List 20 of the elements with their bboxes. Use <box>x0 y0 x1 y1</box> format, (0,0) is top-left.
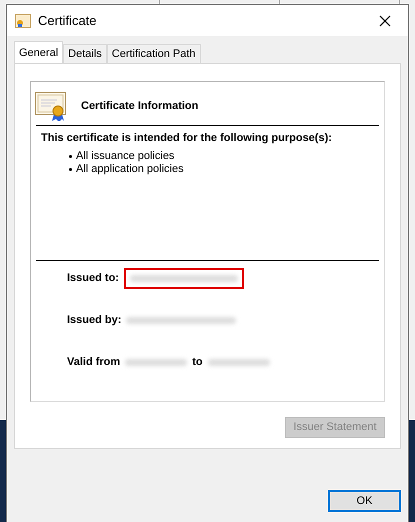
field-label: Valid from <box>67 355 120 370</box>
window-title: Certificate <box>38 12 97 30</box>
purpose-heading: This certificate is intended for the following purpose(s): <box>40 131 333 146</box>
redacted-text <box>208 359 270 366</box>
purpose-item: All issuance policies <box>76 150 174 162</box>
field-label: to <box>192 355 203 370</box>
tab[interactable]: Details <box>63 44 107 63</box>
redacted-text <box>125 359 188 366</box>
purpose-item: All application policies <box>76 162 184 176</box>
certificate-icon <box>15 14 31 28</box>
close-icon <box>379 14 391 26</box>
tab[interactable]: General <box>14 41 64 63</box>
field-label: Issued by: <box>67 313 122 328</box>
tab[interactable]: Certification Path <box>106 44 201 63</box>
certificate-icon <box>35 92 67 122</box>
dialog-button[interactable]: OK <box>328 490 401 512</box>
bullet-icon <box>69 154 72 158</box>
section-title: Certificate Information <box>81 99 198 114</box>
bullet-icon <box>69 168 72 170</box>
field-label: Issued to: <box>67 271 119 286</box>
